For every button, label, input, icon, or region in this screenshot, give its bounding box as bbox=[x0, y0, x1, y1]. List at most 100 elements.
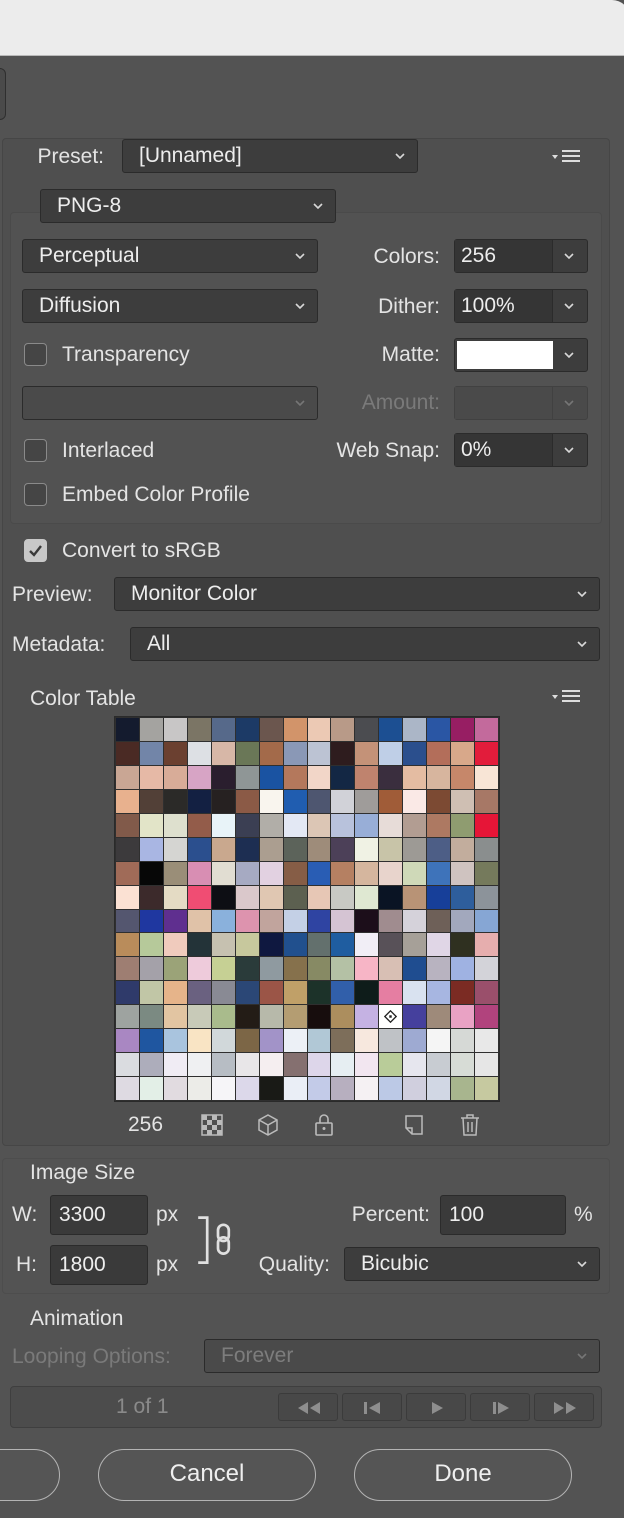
interlaced-checkbox[interactable] bbox=[24, 439, 47, 462]
color-swatch[interactable] bbox=[283, 718, 307, 741]
color-swatch[interactable] bbox=[235, 957, 259, 981]
color-swatch[interactable] bbox=[307, 885, 331, 909]
matte-color-swatch[interactable] bbox=[457, 341, 553, 369]
color-swatch[interactable] bbox=[379, 933, 403, 957]
color-swatch[interactable] bbox=[211, 1005, 235, 1029]
color-swatch[interactable] bbox=[283, 1053, 307, 1077]
color-swatch[interactable] bbox=[283, 813, 307, 837]
color-swatch[interactable] bbox=[475, 957, 498, 981]
color-swatch[interactable] bbox=[235, 813, 259, 837]
dither-combo[interactable]: 100% bbox=[454, 289, 588, 323]
color-swatch[interactable] bbox=[283, 909, 307, 933]
color-swatch[interactable] bbox=[187, 789, 211, 813]
color-swatch[interactable] bbox=[211, 933, 235, 957]
color-swatch[interactable] bbox=[403, 861, 427, 885]
new-color-icon[interactable] bbox=[402, 1113, 426, 1137]
color-swatch[interactable] bbox=[475, 885, 498, 909]
quality-select[interactable]: Bicubic bbox=[344, 1247, 600, 1281]
color-swatch[interactable] bbox=[475, 765, 498, 789]
panel-menu-icon[interactable] bbox=[552, 148, 582, 168]
color-swatch[interactable] bbox=[163, 957, 187, 981]
color-swatch[interactable] bbox=[139, 741, 163, 765]
color-swatch[interactable] bbox=[163, 765, 187, 789]
color-swatch[interactable] bbox=[403, 1077, 427, 1100]
color-swatch[interactable] bbox=[235, 981, 259, 1005]
color-swatch[interactable] bbox=[211, 861, 235, 885]
embed-color-profile-checkbox[interactable] bbox=[24, 483, 47, 506]
color-swatch[interactable] bbox=[307, 741, 331, 765]
color-swatch[interactable] bbox=[307, 957, 331, 981]
web-snap-dropdown-button[interactable] bbox=[552, 434, 587, 466]
color-swatch[interactable] bbox=[116, 957, 139, 981]
color-swatch[interactable] bbox=[451, 1077, 475, 1100]
color-swatch[interactable] bbox=[451, 718, 475, 741]
color-swatch[interactable] bbox=[139, 789, 163, 813]
color-swatch[interactable] bbox=[307, 718, 331, 741]
color-swatch[interactable] bbox=[475, 837, 498, 861]
color-swatch[interactable] bbox=[283, 741, 307, 765]
height-input[interactable]: 1800 bbox=[50, 1245, 148, 1285]
color-swatch[interactable] bbox=[259, 957, 283, 981]
color-swatch[interactable] bbox=[403, 933, 427, 957]
color-swatch[interactable] bbox=[403, 789, 427, 813]
color-swatch[interactable] bbox=[331, 837, 355, 861]
dither-dropdown-button[interactable] bbox=[552, 290, 587, 322]
color-swatch[interactable] bbox=[355, 837, 379, 861]
color-swatch[interactable] bbox=[403, 1029, 427, 1053]
color-reduction-select[interactable]: Perceptual bbox=[22, 239, 318, 273]
color-swatch[interactable] bbox=[283, 981, 307, 1005]
color-swatch[interactable] bbox=[163, 885, 187, 909]
color-swatch[interactable] bbox=[116, 813, 139, 837]
color-swatch[interactable] bbox=[163, 1029, 187, 1053]
color-swatch[interactable] bbox=[235, 789, 259, 813]
color-swatch[interactable] bbox=[187, 909, 211, 933]
color-swatch[interactable] bbox=[187, 933, 211, 957]
color-swatch[interactable] bbox=[331, 861, 355, 885]
color-swatch[interactable] bbox=[235, 837, 259, 861]
color-swatch[interactable] bbox=[235, 933, 259, 957]
color-swatch[interactable] bbox=[211, 1053, 235, 1077]
color-swatch[interactable] bbox=[116, 741, 139, 765]
color-swatch[interactable] bbox=[331, 1029, 355, 1053]
color-swatch[interactable] bbox=[235, 718, 259, 741]
color-swatch[interactable] bbox=[331, 1005, 355, 1029]
color-swatch[interactable] bbox=[163, 1005, 187, 1029]
done-button[interactable]: Done bbox=[354, 1449, 572, 1501]
color-swatch[interactable] bbox=[331, 933, 355, 957]
color-swatch[interactable] bbox=[427, 1005, 451, 1029]
color-swatch[interactable] bbox=[235, 1077, 259, 1100]
color-swatch[interactable] bbox=[116, 1053, 139, 1077]
color-swatch[interactable] bbox=[451, 861, 475, 885]
color-swatch[interactable] bbox=[187, 1005, 211, 1029]
convert-srgb-checkbox[interactable] bbox=[24, 539, 47, 562]
color-swatch[interactable] bbox=[451, 765, 475, 789]
color-swatch[interactable] bbox=[187, 981, 211, 1005]
color-swatch[interactable] bbox=[427, 933, 451, 957]
color-swatch[interactable] bbox=[427, 765, 451, 789]
color-swatch[interactable] bbox=[139, 765, 163, 789]
color-swatch[interactable] bbox=[116, 909, 139, 933]
color-swatch[interactable] bbox=[187, 885, 211, 909]
color-swatch[interactable] bbox=[427, 957, 451, 981]
color-swatch[interactable] bbox=[307, 909, 331, 933]
color-swatch[interactable] bbox=[139, 813, 163, 837]
color-swatch[interactable] bbox=[355, 1053, 379, 1077]
color-swatch[interactable] bbox=[379, 789, 403, 813]
width-input[interactable]: 3300 bbox=[50, 1195, 148, 1235]
color-swatch[interactable] bbox=[475, 789, 498, 813]
percent-input[interactable]: 100 bbox=[440, 1195, 566, 1235]
next-frame-button[interactable] bbox=[470, 1393, 530, 1421]
color-table-grid[interactable] bbox=[114, 716, 500, 1102]
color-swatch[interactable] bbox=[259, 933, 283, 957]
color-swatch[interactable] bbox=[187, 718, 211, 741]
color-swatch[interactable] bbox=[427, 789, 451, 813]
color-swatch[interactable] bbox=[475, 741, 498, 765]
color-swatch[interactable] bbox=[307, 861, 331, 885]
color-swatch[interactable] bbox=[307, 837, 331, 861]
color-swatch[interactable] bbox=[139, 861, 163, 885]
color-swatch[interactable] bbox=[355, 765, 379, 789]
color-swatch[interactable] bbox=[163, 718, 187, 741]
color-swatch[interactable] bbox=[259, 885, 283, 909]
color-swatch[interactable] bbox=[427, 741, 451, 765]
color-swatch[interactable] bbox=[139, 1029, 163, 1053]
